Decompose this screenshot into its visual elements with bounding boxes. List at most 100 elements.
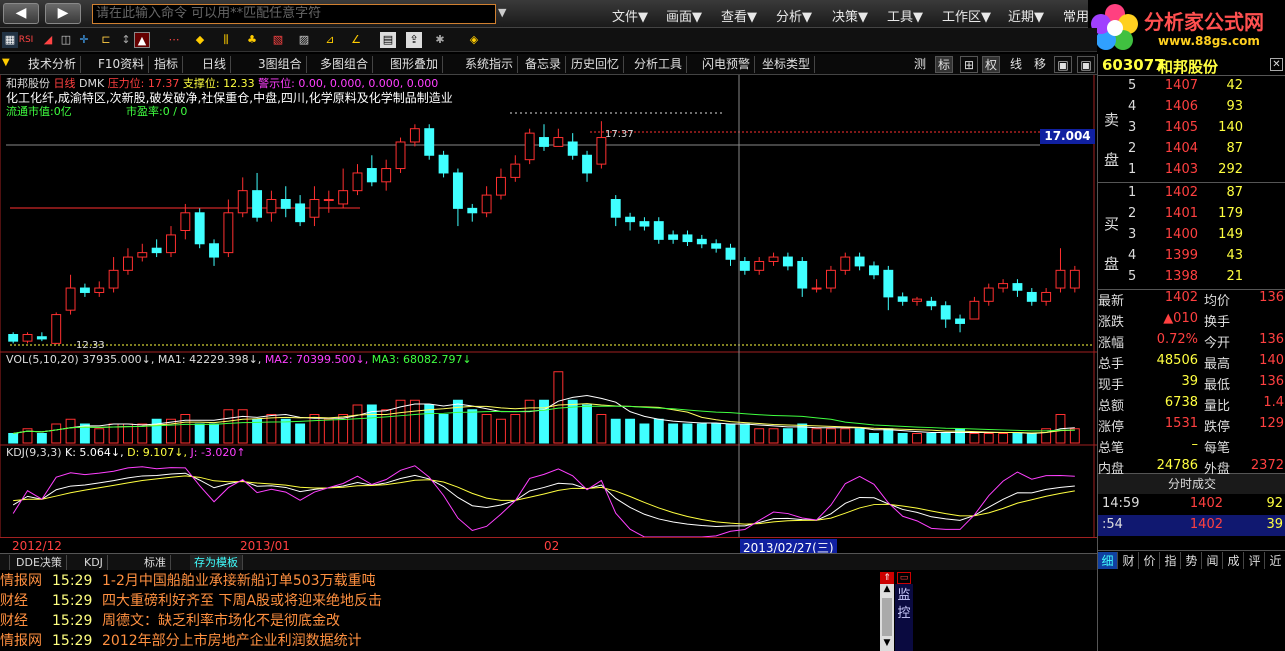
- tab-coord-type[interactable]: 坐标类型: [758, 56, 816, 73]
- stat-value: 136: [1259, 290, 1284, 305]
- candle-body: [452, 172, 463, 209]
- tab-3charts[interactable]: 3图组合: [254, 56, 307, 73]
- tab-system-signal[interactable]: 系统指示: [461, 56, 519, 73]
- tool-window[interactable]: ▣: [1054, 56, 1072, 73]
- tab-indicator[interactable]: 指标: [150, 56, 184, 73]
- tab-standard[interactable]: 标准: [140, 555, 171, 570]
- menu-tools[interactable]: 工具▼: [887, 6, 923, 25]
- tab-daily[interactable]: 日线: [198, 56, 232, 73]
- red-tool-icon[interactable]: ◢: [40, 32, 56, 48]
- quote-tab[interactable]: 细: [1098, 552, 1118, 569]
- quote-tab[interactable]: 指: [1161, 552, 1181, 569]
- quote-tab[interactable]: 评: [1245, 552, 1265, 569]
- news-title[interactable]: 四大重磅利好齐至 下周A股或将迎来绝地反击: [102, 591, 382, 611]
- news-title[interactable]: 周德文：缺乏利率市场化不是彻底金改: [102, 611, 340, 631]
- tab-overlay[interactable]: 图形叠加: [386, 56, 444, 73]
- table-icon[interactable]: ▤: [380, 32, 396, 48]
- picture-icon[interactable]: ▨: [296, 32, 312, 48]
- zoom-icon[interactable]: ↕: [118, 32, 134, 48]
- scroll-thumb[interactable]: [882, 598, 892, 636]
- tool-rights[interactable]: 权: [982, 56, 1000, 73]
- pen-icon[interactable]: ▲: [134, 32, 150, 48]
- volume-bar: [180, 414, 191, 444]
- angle-icon[interactable]: ∠: [348, 32, 364, 48]
- tab-f10[interactable]: F10资料: [94, 56, 150, 73]
- kline-chart[interactable]: 和邦股份 日线 DMK 压力位: 17.37 支撑位: 12.33 警示位: 0…: [0, 75, 1097, 556]
- tab-arrow-icon[interactable]: ▼: [2, 57, 10, 68]
- scroll-up-icon[interactable]: ▲: [880, 584, 894, 596]
- tab-left-stub[interactable]: [0, 555, 10, 570]
- news-item[interactable]: 财经 15:29 周德文：缺乏利率市场化不是彻底金改: [0, 611, 880, 631]
- quote-tab[interactable]: 闻: [1203, 552, 1223, 569]
- tool-window2[interactable]: ▣: [1077, 56, 1095, 73]
- back-button[interactable]: ◀: [3, 3, 39, 24]
- ask-cell: 4: [1128, 99, 1137, 114]
- scroll-down-icon[interactable]: ▼: [880, 638, 894, 650]
- tab-history[interactable]: 历史回忆: [567, 56, 625, 73]
- tab-analysis-tools[interactable]: 分析工具: [630, 56, 688, 73]
- menu-file[interactable]: 文件▼: [612, 6, 648, 25]
- monitor-button[interactable]: 监控: [895, 584, 913, 651]
- volume-bar: [897, 433, 908, 444]
- news-title[interactable]: 2012年部分上市房地产企业利润数据统计: [102, 631, 362, 651]
- candle-body: [194, 212, 205, 245]
- tab-multi-charts[interactable]: 多图组合: [316, 56, 374, 73]
- box-tool-icon[interactable]: ◫: [58, 32, 74, 48]
- quote-stats: 最新 1402 均价 136 涨跌 ▲010 换手 涨幅 0.72% 今开 136 总手 48506 最高…: [1098, 288, 1285, 477]
- warning-icon[interactable]: ◆: [192, 32, 208, 48]
- tab-memo[interactable]: 备忘录: [521, 56, 567, 73]
- tab-kdj[interactable]: KDJ: [80, 555, 108, 570]
- candle-body: [668, 234, 679, 240]
- stat-value: 48506: [1156, 353, 1198, 368]
- forward-button[interactable]: ▶: [45, 3, 81, 24]
- news-item[interactable]: 情报网 15:29 1-2月中国船舶业承接新船订单503万载重吨: [0, 571, 880, 591]
- menu-common[interactable]: 常用: [1063, 6, 1089, 25]
- ruler-icon[interactable]: ⊏: [98, 32, 114, 48]
- news-scrollbar[interactable]: ▲ ▼: [880, 584, 894, 651]
- tab-save-template[interactable]: 存为模板: [190, 555, 243, 570]
- menu-decision[interactable]: 决策▼: [832, 6, 868, 25]
- menu-view-screen[interactable]: 画面▼: [666, 6, 702, 25]
- quote-tab[interactable]: 近: [1266, 552, 1285, 569]
- tab-technical[interactable]: 技术分析: [24, 56, 82, 73]
- diamond-icon[interactable]: ◈: [466, 32, 482, 48]
- menu-view[interactable]: 查看▼: [721, 6, 757, 25]
- ask-book: 5 1407 42 4 1406 93 3 1405 140 2 1404 87 1 1403 292: [1098, 76, 1285, 183]
- menu-workspace[interactable]: 工作区▼: [942, 6, 991, 25]
- menu-analysis[interactable]: 分析▼: [776, 6, 812, 25]
- quote-tab[interactable]: 成: [1224, 552, 1244, 569]
- news-item[interactable]: 情报网 15:29 2012年部分上市房地产企业利润数据统计: [0, 631, 880, 651]
- chart-img-icon[interactable]: ▧: [270, 32, 286, 48]
- command-dropdown-icon[interactable]: ▼: [498, 6, 506, 19]
- bars2-icon[interactable]: ⫼: [218, 32, 234, 48]
- ruler2-icon[interactable]: ⊿: [322, 32, 338, 48]
- pin-up-icon[interactable]: ⇑: [880, 572, 894, 584]
- grid-icon[interactable]: ▦: [2, 32, 18, 48]
- ask-cell: 3: [1128, 120, 1137, 135]
- bars-icon[interactable]: ⋯: [166, 32, 182, 48]
- forward-arrow-icon: ▶: [57, 5, 69, 21]
- candle-body: [883, 269, 894, 298]
- quote-tab[interactable]: 势: [1182, 552, 1202, 569]
- news-title[interactable]: 1-2月中国船舶业承接新船订单503万载重吨: [102, 571, 376, 591]
- news-item[interactable]: 财经 15:29 四大重磅利好齐至 下周A股或将迎来绝地反击: [0, 591, 880, 611]
- quote-tab[interactable]: 价: [1140, 552, 1160, 569]
- bell-icon[interactable]: ♣: [244, 32, 260, 48]
- minimize-icon[interactable]: ▭: [897, 572, 911, 584]
- rsi-icon[interactable]: RSI: [18, 32, 34, 48]
- quote-tab[interactable]: 财: [1119, 552, 1139, 569]
- menu-recent[interactable]: 近期▼: [1008, 6, 1044, 25]
- crosshair-icon[interactable]: ✛: [76, 32, 92, 48]
- tool-grid[interactable]: ⊞: [960, 56, 978, 73]
- tab-flash-alert[interactable]: 闪电预警: [698, 56, 756, 73]
- star-icon[interactable]: ✱: [432, 32, 448, 48]
- tab-dde[interactable]: DDE决策: [12, 555, 67, 570]
- candle-body: [811, 287, 822, 290]
- tool-line[interactable]: 线: [1007, 56, 1025, 73]
- export-icon[interactable]: ⇪: [406, 32, 422, 48]
- tool-mark[interactable]: 标: [935, 56, 953, 73]
- tool-measure[interactable]: 测: [911, 56, 929, 73]
- tool-move[interactable]: 移: [1031, 56, 1049, 73]
- command-input[interactable]: 请在此输入命令 可以用**匹配任意字符: [92, 4, 496, 24]
- close-icon[interactable]: ✕: [1270, 58, 1283, 71]
